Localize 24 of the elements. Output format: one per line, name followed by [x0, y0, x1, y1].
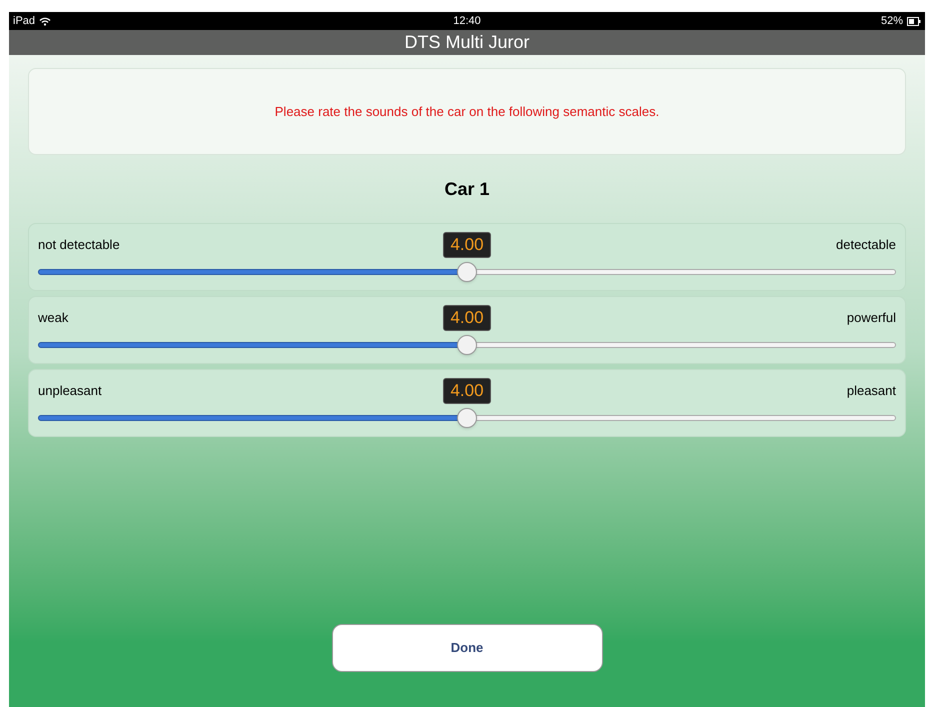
value-readout: 4.00: [443, 378, 491, 404]
slider-thumb[interactable]: [457, 408, 477, 428]
clock-time: 12:40: [453, 14, 481, 29]
slider[interactable]: [38, 262, 896, 282]
device-name: iPad: [13, 14, 36, 29]
scale-right-label: powerful: [846, 309, 896, 328]
scale-left-label: unpleasant: [38, 382, 103, 400]
battery-icon: [907, 16, 921, 26]
car-heading: Car 1: [444, 178, 490, 200]
slider[interactable]: [38, 408, 896, 428]
battery-percent: 52%: [880, 14, 903, 29]
scale-right-label: pleasant: [846, 382, 896, 400]
instruction-text: Please rate the sounds of the car on the following semantic scales.: [274, 102, 660, 121]
slider-thumb[interactable]: [457, 335, 477, 355]
scale-right-label: detectable: [835, 236, 896, 254]
scale-left-label: not detectable: [38, 236, 121, 254]
wifi-icon: [39, 16, 52, 26]
value-readout: 4.00: [443, 305, 491, 331]
done-button[interactable]: Done: [332, 624, 602, 672]
window-title: DTS Multi Juror: [404, 31, 530, 54]
value-readout: 4.00: [443, 232, 491, 258]
scale-left-label: weak: [38, 309, 70, 328]
slider-thumb[interactable]: [457, 262, 477, 282]
slider[interactable]: [38, 335, 896, 355]
